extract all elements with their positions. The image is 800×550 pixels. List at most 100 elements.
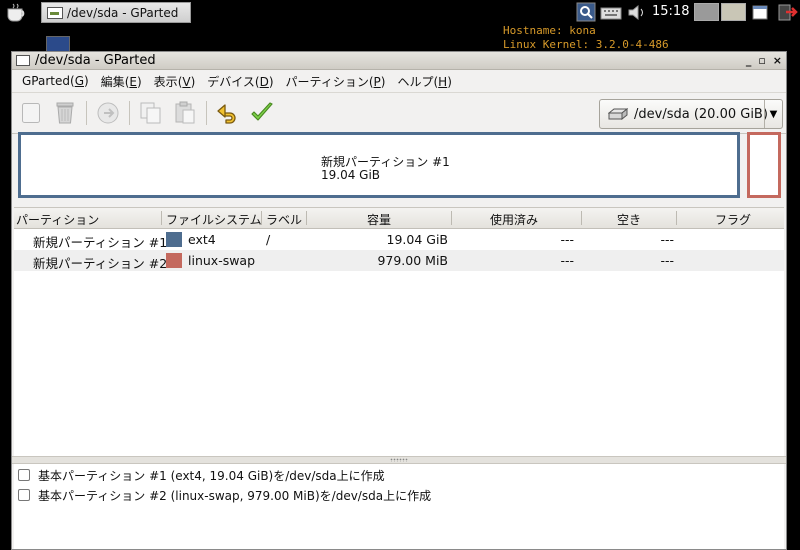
col-separator <box>581 211 582 225</box>
menu-device-label: デバイス <box>207 74 255 89</box>
col-separator <box>161 211 162 225</box>
taskbar-window-button[interactable]: /dev/sda - GParted <box>41 2 191 23</box>
new-icon <box>22 103 40 123</box>
menu-partition[interactable]: パーティション(P) <box>280 73 392 90</box>
hostname-line: Hostname: kona <box>503 24 596 37</box>
col-partition[interactable]: パーティション <box>16 211 99 228</box>
col-free[interactable]: 空き <box>617 211 641 228</box>
close-button[interactable]: × <box>773 54 782 67</box>
menu-view-label: 表示 <box>153 74 178 89</box>
workspace-1[interactable] <box>694 3 719 21</box>
operation-text: 基本パーティション #1 (ext4, 19.04 GiB)を/dev/sda上… <box>38 468 385 483</box>
window-icon <box>16 55 30 66</box>
toolbar-separator <box>206 101 207 125</box>
clock[interactable]: 15:18 <box>652 4 689 19</box>
menu-partition-label: パーティション <box>285 74 369 89</box>
resize-icon <box>97 102 119 124</box>
splitter-grip-icon[interactable] <box>390 458 408 462</box>
maximize-button[interactable]: ▫ <box>758 54 765 67</box>
speaker-icon[interactable] <box>626 2 648 23</box>
partition-list: パーティション ファイルシステム ラベル 容量 使用済み 空き フラグ 新規パー… <box>14 207 784 457</box>
window-titlebar[interactable]: /dev/sda - GParted _ ▫ × <box>12 52 786 70</box>
window-title: /dev/sda - GParted <box>35 53 156 68</box>
coffee-cup-icon[interactable] <box>4 3 30 22</box>
map-partition-1[interactable]: 新規パーティション #1 19.04 GiB <box>18 132 740 198</box>
resize-move-button[interactable] <box>95 100 121 126</box>
copy-button[interactable] <box>138 100 164 126</box>
cell-used: --- <box>560 232 574 247</box>
keyboard-icon[interactable] <box>600 2 622 23</box>
gparted-window: /dev/sda - GParted _ ▫ × GParted(G) 編集(E… <box>11 51 787 550</box>
col-separator <box>261 211 262 225</box>
window-list-icon[interactable] <box>751 2 771 23</box>
col-label[interactable]: ラベル <box>266 211 302 228</box>
map-partition-1-size: 19.04 GiB <box>321 168 381 182</box>
menu-gparted[interactable]: GParted(G) <box>16 74 95 88</box>
fs-color-swatch <box>166 232 182 247</box>
menu-gparted-key: G <box>74 74 84 88</box>
col-separator <box>451 211 452 225</box>
logout-icon[interactable] <box>776 2 798 23</box>
table-row[interactable]: 新規パーティション #1 ext4 / 19.04 GiB --- --- <box>14 229 784 250</box>
col-used[interactable]: 使用済み <box>490 211 538 228</box>
pending-operations-list: 基本パーティション #1 (ext4, 19.04 GiB)を/dev/sda上… <box>14 464 784 549</box>
col-filesystem[interactable]: ファイルシステム <box>166 211 262 228</box>
menu-gparted-label: GParted <box>22 74 70 88</box>
cell-free: --- <box>660 232 674 247</box>
disk-visual-map: 新規パーティション #1 19.04 GiB <box>16 131 782 203</box>
map-partition-2[interactable] <box>747 132 781 198</box>
cell-filesystem: linux-swap <box>188 253 256 268</box>
desktop-computer-icon[interactable] <box>46 36 70 52</box>
operation-icon <box>18 489 30 501</box>
apply-button[interactable] <box>249 100 275 126</box>
undo-button[interactable] <box>215 100 241 126</box>
menu-edit-label: 編集 <box>100 74 125 89</box>
menu-edit[interactable]: 編集(E) <box>95 73 148 90</box>
undo-icon <box>217 104 236 124</box>
kernel-line: Linux Kernel: 3.2.0-4-486 <box>503 38 669 51</box>
list-item[interactable]: 基本パーティション #2 (linux-swap, 979.00 MiB)を/d… <box>18 486 431 504</box>
col-flags[interactable]: フラグ <box>715 211 751 228</box>
col-size[interactable]: 容量 <box>367 211 391 228</box>
search-icon[interactable] <box>576 2 596 23</box>
cell-used: --- <box>560 253 574 268</box>
cell-filesystem: ext4 <box>188 232 216 247</box>
copy-icon <box>140 102 161 124</box>
col-separator <box>306 211 307 225</box>
operation-icon <box>18 469 30 481</box>
menu-device-key: D <box>259 74 269 89</box>
cell-partition: 新規パーティション #1 <box>33 235 168 250</box>
paste-button[interactable] <box>172 100 198 126</box>
menu-view-key: V <box>182 74 191 89</box>
fs-color-swatch <box>166 253 182 268</box>
paste-icon <box>175 101 195 124</box>
device-selector[interactable]: /dev/sda (20.00 GiB) ▼ <box>599 99 783 129</box>
toolbar: /dev/sda (20.00 GiB) ▼ <box>12 92 786 134</box>
cell-size: 979.00 MiB <box>377 253 448 268</box>
delete-partition-button[interactable] <box>52 100 78 126</box>
menubar: GParted(G) 編集(E) 表示(V) デバイス(D) パーティション(P… <box>12 70 786 92</box>
table-row[interactable]: 新規パーティション #2 linux-swap 979.00 MiB --- -… <box>14 250 784 271</box>
trash-icon <box>56 102 74 124</box>
toolbar-separator <box>86 101 87 125</box>
hard-disk-icon <box>608 108 628 120</box>
operation-text: 基本パーティション #2 (linux-swap, 979.00 MiB)を/d… <box>38 488 432 503</box>
toolbar-separator <box>129 101 130 125</box>
menu-help-label: ヘルプ <box>397 74 434 89</box>
menu-view[interactable]: 表示(V) <box>148 73 202 90</box>
menu-device[interactable]: デバイス(D) <box>201 73 279 90</box>
taskbar: /dev/sda - GParted 15:18 <box>0 0 800 25</box>
checkmark-icon <box>251 102 273 121</box>
dropdown-arrow-icon[interactable]: ▼ <box>764 100 782 128</box>
cell-free: --- <box>660 253 674 268</box>
pane-splitter[interactable] <box>12 456 786 464</box>
menu-help[interactable]: ヘルプ(H) <box>391 73 457 90</box>
cell-size: 19.04 GiB <box>386 232 449 247</box>
menu-partition-key: P <box>373 74 381 89</box>
list-item[interactable]: 基本パーティション #1 (ext4, 19.04 GiB)を/dev/sda上… <box>18 466 385 484</box>
minimize-button[interactable]: _ <box>746 54 752 67</box>
menu-help-key: H <box>438 74 448 89</box>
new-partition-button[interactable] <box>18 100 44 126</box>
cell-label: / <box>266 232 271 247</box>
workspace-2[interactable] <box>721 3 746 21</box>
